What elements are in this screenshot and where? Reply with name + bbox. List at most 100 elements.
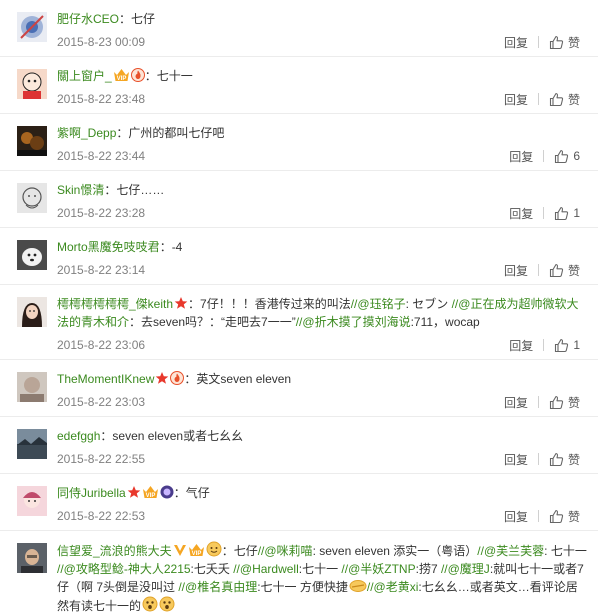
mention-link[interactable]: //@Hardwell (233, 562, 299, 576)
vip-icon[interactable]: VIP (188, 543, 205, 557)
like-count: 1 (573, 338, 580, 352)
surprised-emoji (142, 596, 158, 612)
avatar[interactable] (17, 183, 47, 213)
divider (543, 150, 545, 162)
medal-icon[interactable] (160, 485, 174, 499)
like-button[interactable]: 赞 (549, 34, 580, 51)
comment-body-text: ：广州的都叫七仔吧 (116, 126, 225, 140)
comment-meta: 2015-8-22 22:53 回复 赞 (57, 506, 598, 530)
timestamp: 2015-8-22 23:06 (57, 338, 146, 352)
like-button[interactable]: 6 (554, 149, 580, 164)
username-link[interactable]: 同侍Juribella (57, 486, 126, 500)
comment-body-text: :七十一 方便快捷 (257, 580, 348, 594)
vip-icon[interactable]: VIP (113, 68, 130, 82)
reply-button[interactable]: 回复 (504, 91, 528, 108)
reply-button[interactable]: 回复 (509, 148, 533, 165)
comment-body-text: ：七仔…… (104, 183, 165, 197)
comment-body-text: :711，wocap (410, 315, 480, 329)
comment-actions: 回复 赞 (504, 394, 598, 411)
reply-button[interactable]: 回复 (504, 394, 528, 411)
divider (543, 207, 545, 219)
divider (537, 453, 539, 465)
reply-button[interactable]: 回复 (509, 205, 533, 222)
thumbs-up-icon (554, 338, 569, 353)
mention-link[interactable]: //@芙兰芙蓉 (477, 544, 544, 558)
verified-icon[interactable] (173, 543, 187, 557)
username-link[interactable]: 紫啊_Depp (57, 126, 116, 140)
reply-button[interactable]: 回复 (509, 337, 533, 354)
avatar[interactable] (17, 543, 47, 573)
mention-link[interactable]: //@珏铭子 (351, 297, 406, 311)
star-icon[interactable] (174, 296, 188, 310)
username-link[interactable]: 信望爱_流浪的熊大夫 (57, 544, 172, 558)
divider (543, 339, 545, 351)
comment-body-text: ：七仔 (119, 12, 156, 26)
fire-icon[interactable] (170, 371, 185, 385)
avatar[interactable] (17, 126, 47, 156)
mention-link[interactable]: //@半妖ZTNP (341, 562, 415, 576)
username-link[interactable]: 肥仔水CEO (57, 12, 119, 26)
comment-meta: 2015-8-22 23:14 回复 赞 (57, 260, 598, 284)
username-link[interactable]: 關上窗户_ (57, 69, 112, 83)
mention-link[interactable]: //@魔理J (441, 562, 490, 576)
avatar[interactable] (17, 429, 47, 459)
like-button[interactable]: 1 (554, 206, 580, 221)
like-button[interactable]: 赞 (549, 451, 580, 468)
avatar[interactable] (17, 12, 47, 42)
comment-text: 肥仔水CEO：七仔 (57, 10, 598, 28)
username-link[interactable]: Morto黑魔免吱吱君 (57, 240, 160, 254)
avatar[interactable] (17, 372, 47, 402)
like-button[interactable]: 赞 (549, 91, 580, 108)
mention-link[interactable]: //@老黄xi (367, 580, 419, 594)
timestamp: 2015-8-22 22:53 (57, 509, 146, 523)
username-link[interactable]: TheMomentIKnew (57, 372, 154, 386)
comment-body-text: ：7仔！！！香港传过来的叫法 (188, 297, 351, 311)
comment-body-text: :捞7 (415, 562, 441, 576)
like-button[interactable]: 赞 (549, 262, 580, 279)
comment-meta: 2015-8-22 23:48 回复 赞 (57, 89, 598, 113)
like-button[interactable]: 赞 (549, 394, 580, 411)
comment-item: Skin憬清：七仔…… 2015-8-22 23:28 回复 1 (0, 171, 598, 228)
reply-button[interactable]: 回复 (504, 451, 528, 468)
star-icon[interactable] (127, 485, 141, 499)
comment-text: 信望爱_流浪的熊大夫 VIP ：七仔//@咪莉喵: seven eleven 添实一… (57, 541, 598, 615)
comment-actions: 回复 赞 (504, 34, 598, 51)
username-link[interactable]: Skin憬清 (57, 183, 104, 197)
mention-link[interactable]: //@攻略型鲶-神大人2215 (57, 562, 191, 576)
mention-link[interactable]: //@椎名真由理 (178, 580, 257, 594)
mention-link[interactable]: //@咪莉喵 (258, 544, 313, 558)
comment-item: 同侍Juribella VIP ：气仔 2015-8-22 22:53 回复 赞 (0, 474, 598, 531)
comment-item: TheMomentIKnew ：英文seven eleven 2015-8-22 2… (0, 360, 598, 417)
like-button[interactable]: 1 (554, 338, 580, 353)
reply-button[interactable]: 回复 (504, 262, 528, 279)
vip-icon[interactable]: VIP (142, 485, 159, 499)
fire-icon[interactable] (130, 68, 145, 82)
comment-meta: 2015-8-23 00:09 回复 赞 (57, 32, 598, 56)
thumbs-up-icon (554, 206, 569, 221)
avatar[interactable] (17, 486, 47, 516)
avatar[interactable] (17, 297, 47, 327)
face-icon[interactable] (206, 541, 222, 557)
comment-text: Skin憬清：七仔…… (57, 181, 598, 199)
username-link[interactable]: 樗樗樗樗樗樗_傑keith (57, 297, 173, 311)
reply-button[interactable]: 回复 (504, 508, 528, 525)
divider (537, 264, 539, 276)
comment-text: Morto黑魔免吱吱君：-4 (57, 238, 598, 256)
comment-text: edefggh：seven eleven或者七幺幺 (57, 427, 598, 445)
comment-item: 樗樗樗樗樗樗_傑keith ：7仔！！！香港传过来的叫法//@珏铭子: セブン /… (0, 285, 598, 360)
star-icon[interactable] (155, 371, 169, 385)
comment-body-text: : 七十一 (544, 544, 587, 558)
comment-body-text: ：-4 (159, 240, 183, 254)
svg-text:VIP: VIP (116, 76, 126, 82)
avatar[interactable] (17, 69, 47, 99)
comment-item: edefggh：seven eleven或者七幺幺 2015-8-22 22:55… (0, 417, 598, 474)
mention-link[interactable]: //@折木摸了摸刘海说 (296, 315, 411, 329)
timestamp: 2015-8-22 23:48 (57, 92, 146, 106)
thumbs-up-icon (549, 395, 564, 410)
avatar[interactable] (17, 240, 47, 270)
username-link[interactable]: edefggh (57, 429, 100, 443)
comment-text: 同侍Juribella VIP ：气仔 (57, 484, 598, 502)
like-button[interactable]: 赞 (549, 508, 580, 525)
reply-button[interactable]: 回复 (504, 34, 528, 51)
comment-actions: 回复 1 (509, 337, 598, 354)
